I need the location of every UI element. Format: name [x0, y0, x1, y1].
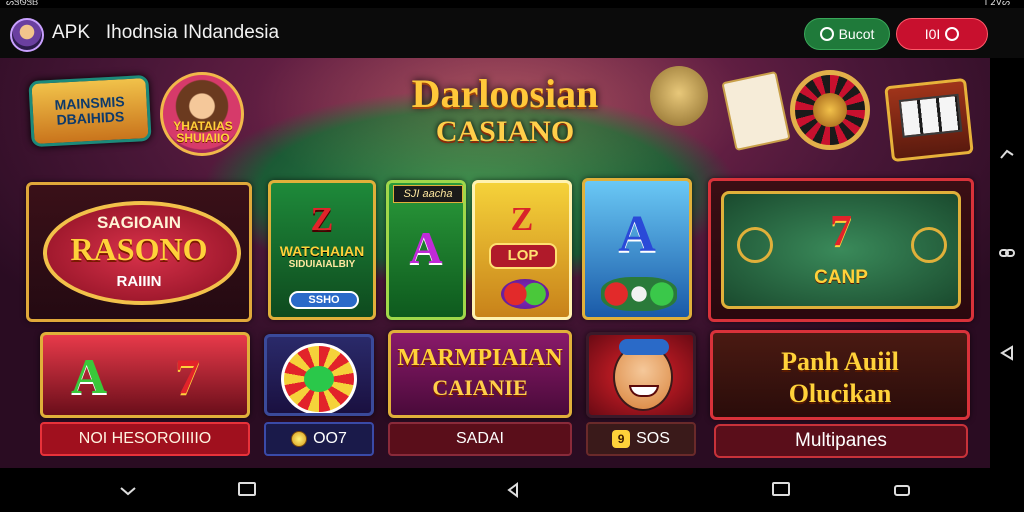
side-logo[interactable]: MAINSMIS DBAIHIDS	[28, 74, 152, 148]
game-tile-lop[interactable]: Z LOP	[472, 180, 572, 320]
tile-wat-button[interactable]: SSHO	[289, 291, 359, 309]
tile-rasono-line2: RASONO	[70, 231, 208, 267]
tile-park-line2: Olucikan	[788, 379, 892, 408]
back-triangle-icon[interactable]	[998, 344, 1016, 362]
game-tile-rasono[interactable]: SAGIOAIN RASONO RAIIIN	[26, 182, 252, 322]
slot-machine-icon	[884, 77, 974, 163]
casino-lobby: MAINSMIS DBAIHIDS YHATAIAS SHUIAIIO Darl…	[0, 58, 990, 468]
navigation-bar	[0, 468, 1024, 512]
app-bar: APK Ihodnsia INdandesia Bucot I0I	[0, 8, 1024, 58]
rotate-icon[interactable]	[892, 482, 912, 498]
avatar[interactable]	[10, 18, 44, 52]
game-label-multipanes[interactable]: Multipanes	[714, 424, 968, 458]
game-tile-marmpiaian[interactable]: MARMPIAIAN CAIANIE	[388, 330, 572, 418]
game-label-oo7[interactable]: OO7	[264, 422, 374, 456]
tile-rasono-line1: SAGIOAIN	[96, 213, 182, 232]
coin-icon	[291, 431, 308, 447]
tile-camp-symbol: 7	[830, 206, 852, 255]
mascot-icon	[650, 66, 708, 126]
tile-camp-label: CANP	[814, 267, 868, 288]
tile-marm-line1: MARMPIAIAN	[397, 345, 563, 371]
side-logo-text: MAINSMIS DBAIHIDS	[54, 93, 125, 128]
chip-icon: 9	[612, 430, 631, 448]
tile-a1-symbol: A	[409, 222, 443, 273]
back-icon[interactable]	[118, 482, 138, 498]
search-button-label: Bucot	[838, 26, 875, 42]
game-tile-a7[interactable]: A 7	[40, 332, 250, 418]
tile-marm-line2: CAIANIE	[432, 375, 528, 400]
recent-icon[interactable]	[238, 482, 256, 496]
main-logo-line1: Darloosian	[411, 71, 599, 116]
game-tile-wheel[interactable]	[264, 334, 374, 416]
link-icon[interactable]	[998, 244, 1016, 262]
tile-a7-seven: 7	[175, 348, 200, 404]
arrow-icon[interactable]	[998, 146, 1016, 164]
close-button[interactable]: I0I	[896, 18, 988, 50]
tile-rasono-line3: RAIIIN	[116, 273, 162, 290]
recents-icon[interactable]	[772, 482, 790, 496]
close-button-label: I0I	[924, 26, 941, 42]
tile-a1-tag: SJI aacha	[393, 185, 463, 203]
game-tile-watchaian[interactable]: Z WATCHAIAN SIDUIAIALBIY SSHO	[268, 180, 376, 320]
game-tile-park[interactable]: Panh Auiil Olucikan	[710, 330, 970, 420]
game-tile-canp[interactable]: 7 CANP	[708, 178, 974, 322]
fruits-icon	[501, 279, 549, 309]
game-tile-a-green[interactable]: SJI aacha A	[386, 180, 466, 320]
home-icon[interactable]	[504, 482, 524, 498]
game-label-sadai[interactable]: SADAI	[388, 422, 572, 456]
tile-a2-symbol: A	[618, 206, 656, 263]
tile-wat-symbol: Z	[310, 201, 334, 238]
game-label-hesoroiiiio[interactable]: NOI HESOROIIIIO	[40, 422, 250, 456]
close-icon	[945, 27, 960, 41]
tile-a7-a: A	[71, 348, 108, 404]
game-label-sos-text: SOS	[636, 430, 670, 447]
tile-wat-title: WATCHAIAN	[279, 243, 365, 259]
tile-park-line1: Panh Auiil	[781, 347, 899, 376]
search-icon	[819, 27, 834, 41]
search-button[interactable]: Bucot	[804, 18, 890, 50]
game-tile-a-blue[interactable]: A	[582, 178, 692, 320]
side-rail	[990, 58, 1024, 468]
tile-lop-badge: LOP	[489, 243, 557, 269]
tile-lop-symbol: Z	[510, 201, 534, 238]
game-tile-clown[interactable]	[586, 332, 696, 418]
fruits-icon	[601, 277, 677, 311]
roulette-icon	[790, 70, 870, 150]
tile-wat-subtitle: SIDUIAIALBIY	[288, 259, 356, 270]
main-logo: Darloosian CASIANO	[360, 72, 650, 148]
game-label-sos[interactable]: 9 SOS	[586, 422, 696, 456]
hostess-label: YHATAIAS SHUIAIIO	[173, 119, 233, 145]
main-logo-line2: CASIANO	[435, 115, 575, 148]
game-label-oo7-text: OO7	[313, 430, 347, 447]
app-title: APK Ihodnsia INdandesia	[52, 22, 280, 43]
wheel-icon	[281, 343, 357, 413]
